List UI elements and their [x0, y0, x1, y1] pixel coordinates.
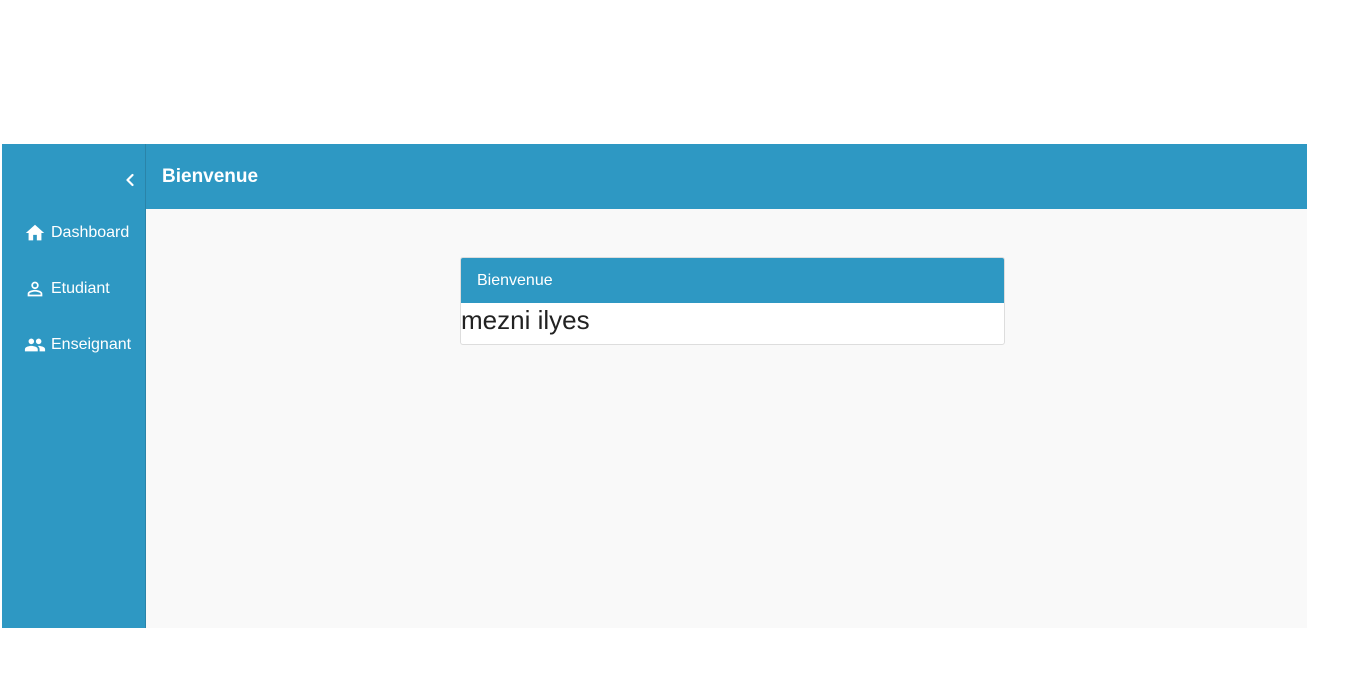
main-area: Bienvenue Bienvenue mezni ilyes — [146, 144, 1307, 628]
user-name: mezni ilyes — [461, 305, 590, 335]
person-icon — [24, 278, 46, 300]
card-header: Bienvenue — [461, 258, 1004, 303]
sidebar-item-etudiant[interactable]: Etudiant — [2, 278, 145, 334]
sidebar-item-dashboard[interactable]: Dashboard — [2, 222, 145, 278]
content-area: Bienvenue mezni ilyes — [146, 209, 1307, 628]
sidebar-item-label: Dashboard — [51, 224, 130, 241]
home-icon — [24, 222, 46, 244]
sidebar-nav: Dashboard Etudiant Enseignant — [2, 222, 145, 390]
welcome-card: Bienvenue mezni ilyes — [460, 257, 1005, 345]
page-title: Bienvenue — [162, 165, 259, 187]
sidebar-item-label: Etudiant — [51, 280, 110, 297]
sidebar: Dashboard Etudiant Enseignant — [2, 144, 146, 628]
people-icon — [24, 334, 46, 356]
top-bar: Bienvenue — [146, 144, 1307, 209]
collapse-sidebar-button[interactable] — [120, 170, 140, 190]
app-shell: Dashboard Etudiant Enseignant Bienvenue … — [2, 144, 1307, 628]
sidebar-item-label: Enseignant — [51, 336, 132, 353]
chevron-left-icon — [126, 173, 134, 187]
sidebar-item-enseignant[interactable]: Enseignant — [2, 334, 145, 390]
